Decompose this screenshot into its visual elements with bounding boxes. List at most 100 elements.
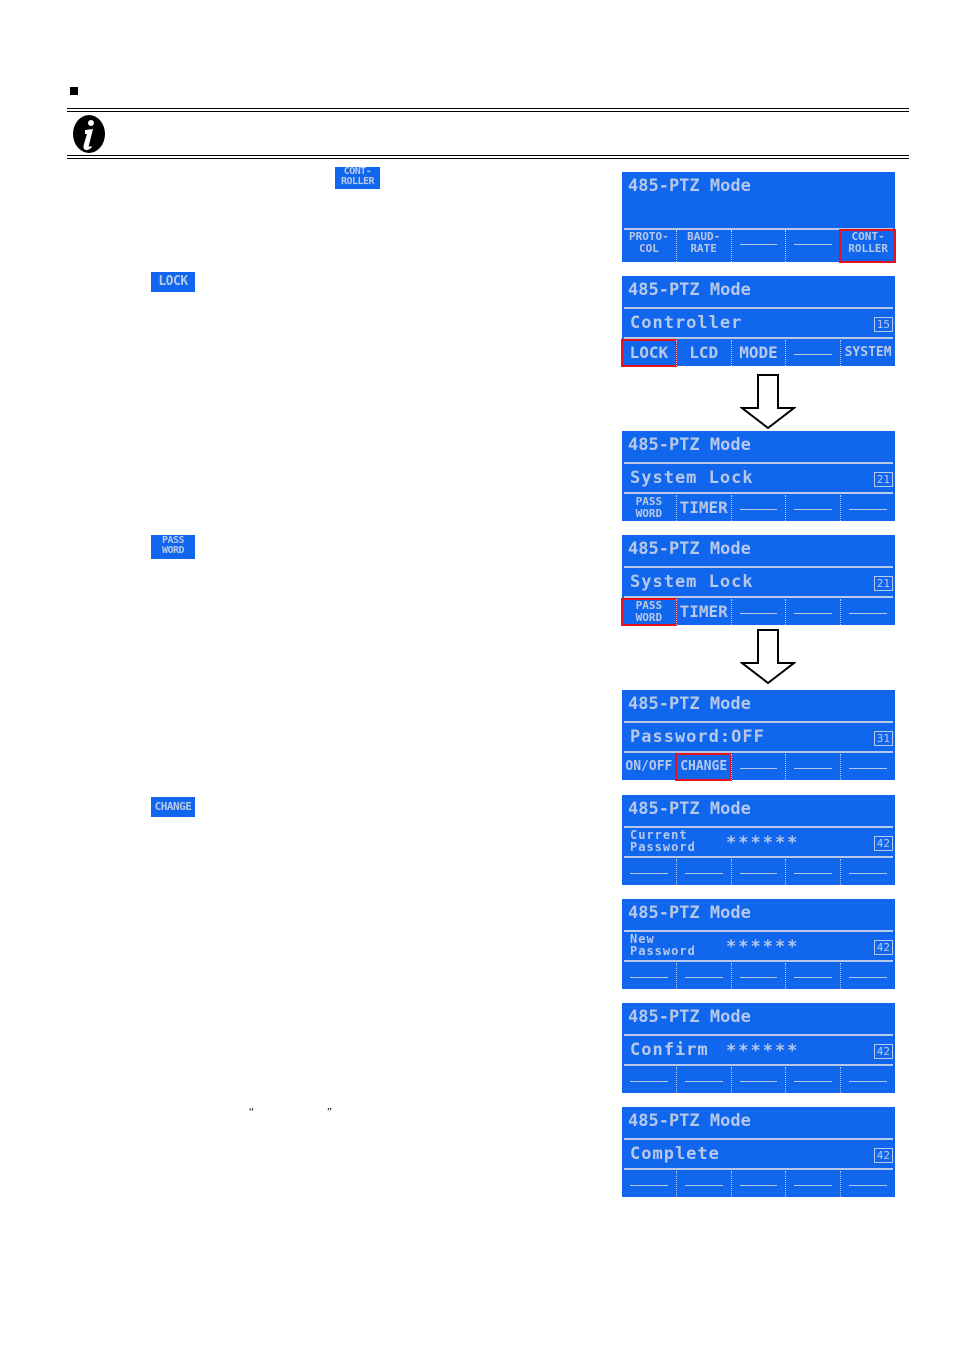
lcd-softkey-empty[interactable] bbox=[675, 859, 731, 885]
lcd-softkey[interactable]: ON/OFF bbox=[622, 754, 676, 780]
lcd-softkey-empty[interactable] bbox=[730, 1067, 786, 1093]
lcd-softkey[interactable]: LCD bbox=[675, 340, 731, 366]
lcd-softkey-empty[interactable] bbox=[785, 1067, 840, 1093]
lcd-softkey[interactable]: BAUD- RATE bbox=[675, 230, 731, 262]
lcd-divider bbox=[624, 1168, 893, 1170]
lcd-softkey-row bbox=[622, 963, 895, 989]
lcd-softkey-empty[interactable] bbox=[675, 1067, 731, 1093]
lcd-softkey-empty[interactable] bbox=[785, 963, 840, 989]
lcd-screen: 485-PTZ Mode PROTO- COL BAUD- RATE CONT- ROLLE… bbox=[622, 172, 896, 263]
lcd-softkey-empty[interactable] bbox=[840, 859, 895, 885]
lcd-softkey-empty[interactable] bbox=[730, 495, 786, 521]
lcd-softkey[interactable]: CHANGE bbox=[674, 753, 732, 781]
lcd-softkey-empty[interactable] bbox=[840, 963, 895, 989]
lcd-menu-code: 42 bbox=[873, 940, 893, 955]
lcd-softkey-empty[interactable] bbox=[840, 754, 895, 780]
lcd-divider bbox=[624, 1034, 893, 1036]
lcd-title: 485-PTZ Mode bbox=[628, 799, 751, 819]
lcd-menu-code: 21 bbox=[873, 472, 893, 487]
lcd-softkey[interactable]: PASS WORD bbox=[622, 495, 676, 521]
lcd-divider bbox=[624, 960, 893, 962]
lcd-softkey[interactable]: MODE bbox=[730, 340, 786, 366]
close-quote: ” bbox=[327, 1106, 332, 1118]
inline-change-key-icon: CHANGE bbox=[151, 797, 195, 817]
lcd-divider bbox=[624, 1138, 893, 1140]
lcd-menu-code: 31 bbox=[873, 731, 893, 746]
lcd-softkey[interactable]: PASS WORD bbox=[621, 598, 677, 626]
lcd-softkey-empty[interactable] bbox=[730, 230, 786, 262]
lcd-softkey-empty[interactable] bbox=[622, 1067, 676, 1093]
lcd-title: 485-PTZ Mode bbox=[628, 539, 751, 559]
lcd-screen: 485-PTZ Mode Confirm ****** 42 bbox=[622, 1003, 895, 1093]
lcd-status-line: Current Password bbox=[630, 829, 696, 853]
lcd-softkey-empty[interactable] bbox=[785, 230, 840, 262]
lcd-softkey-empty[interactable] bbox=[730, 1171, 786, 1197]
lcd-softkey-empty[interactable] bbox=[785, 599, 840, 625]
lcd-softkey-empty[interactable] bbox=[785, 1171, 840, 1197]
lcd-softkey-empty[interactable] bbox=[675, 1171, 731, 1197]
lcd-softkey[interactable]: SYSTEM bbox=[840, 340, 895, 366]
lcd-menu-code: 15 bbox=[873, 317, 893, 332]
lcd-softkey-label: WORD bbox=[635, 507, 663, 520]
lcd-status-line: System Lock bbox=[630, 468, 754, 488]
lcd-softkey-label: RATE bbox=[690, 242, 717, 255]
lcd-softkey-empty[interactable] bbox=[840, 1067, 895, 1093]
lcd-masked-password: ****** bbox=[726, 937, 800, 957]
lcd-divider bbox=[624, 307, 893, 309]
lcd-softkey[interactable]: CONT- ROLLER bbox=[839, 229, 896, 263]
lcd-softkey-empty[interactable] bbox=[622, 963, 676, 989]
lcd-softkey-empty[interactable] bbox=[840, 599, 895, 625]
lcd-softkey-row bbox=[622, 1171, 895, 1197]
lcd-status-line: Complete bbox=[630, 1144, 720, 1164]
lcd-softkey-empty[interactable] bbox=[840, 495, 895, 521]
lcd-status-line: Confirm bbox=[630, 1040, 709, 1060]
lcd-softkey-row: PASS WORD TIMER bbox=[621, 598, 895, 626]
lcd-softkey-empty[interactable] bbox=[730, 963, 786, 989]
lcd-softkey-empty[interactable] bbox=[622, 1171, 676, 1197]
lcd-status-line: System Lock bbox=[630, 572, 754, 592]
lcd-softkey-empty[interactable] bbox=[730, 599, 786, 625]
lcd-softkey[interactable]: LOCK bbox=[621, 339, 677, 367]
lcd-divider bbox=[624, 1064, 893, 1066]
lcd-softkey-empty[interactable] bbox=[730, 859, 786, 885]
lcd-softkey[interactable]: TIMER bbox=[675, 495, 731, 521]
lcd-screen: 485-PTZ Mode Password:OFF 31 ON/OFF CHANGE bbox=[622, 690, 895, 781]
lcd-divider bbox=[624, 856, 893, 858]
lcd-softkey-empty[interactable] bbox=[840, 1171, 895, 1197]
lcd-status-line-part: Password bbox=[630, 944, 696, 958]
lcd-status-line-part: Password bbox=[630, 840, 696, 854]
lcd-softkey[interactable]: TIMER bbox=[675, 599, 731, 625]
lcd-divider bbox=[624, 751, 893, 753]
note-top-rule bbox=[67, 108, 909, 112]
lcd-softkey-empty[interactable] bbox=[675, 963, 731, 989]
lcd-menu-code: 42 bbox=[873, 1044, 893, 1059]
lcd-title: 485-PTZ Mode bbox=[628, 903, 751, 923]
lcd-softkey-empty[interactable] bbox=[730, 754, 786, 780]
lcd-softkey[interactable]: PROTO- COL bbox=[622, 230, 676, 262]
lcd-menu-code: 42 bbox=[873, 1148, 893, 1163]
lcd-title: 485-PTZ Mode bbox=[628, 176, 751, 196]
lcd-softkey-row: ON/OFF CHANGE bbox=[622, 753, 895, 781]
lcd-divider bbox=[624, 337, 893, 339]
lcd-title: 485-PTZ Mode bbox=[628, 1007, 751, 1027]
lcd-divider bbox=[624, 462, 893, 464]
lcd-softkey-label: COL bbox=[638, 242, 659, 255]
lcd-divider bbox=[624, 596, 893, 598]
inline-key-line: ROLLER bbox=[340, 176, 375, 187]
lcd-screen: 485-PTZ Mode System Lock 21 PASS WORD TIMER bbox=[621, 535, 895, 626]
lcd-screen: 485-PTZ Mode Current Password ****** 42 bbox=[622, 795, 895, 885]
lcd-title: 485-PTZ Mode bbox=[628, 435, 751, 455]
info-icon bbox=[73, 115, 105, 153]
lcd-softkey-empty[interactable] bbox=[785, 859, 840, 885]
lcd-softkey-empty[interactable] bbox=[622, 859, 676, 885]
lcd-softkey-row: LOCK LCD MODE SYSTEM bbox=[621, 339, 895, 367]
down-arrow-icon bbox=[740, 374, 796, 430]
lcd-softkey-row bbox=[622, 859, 895, 885]
lcd-softkey-label: WORD bbox=[635, 611, 663, 624]
lcd-softkey-empty[interactable] bbox=[785, 754, 840, 780]
open-quote: “ bbox=[249, 1106, 254, 1118]
lcd-softkey-row: PROTO- COL BAUD- RATE CONT- ROLLER bbox=[622, 229, 896, 263]
lcd-softkey-empty[interactable] bbox=[785, 495, 840, 521]
lcd-softkey-empty[interactable] bbox=[785, 340, 840, 366]
inline-key-line: WORD bbox=[161, 545, 185, 556]
